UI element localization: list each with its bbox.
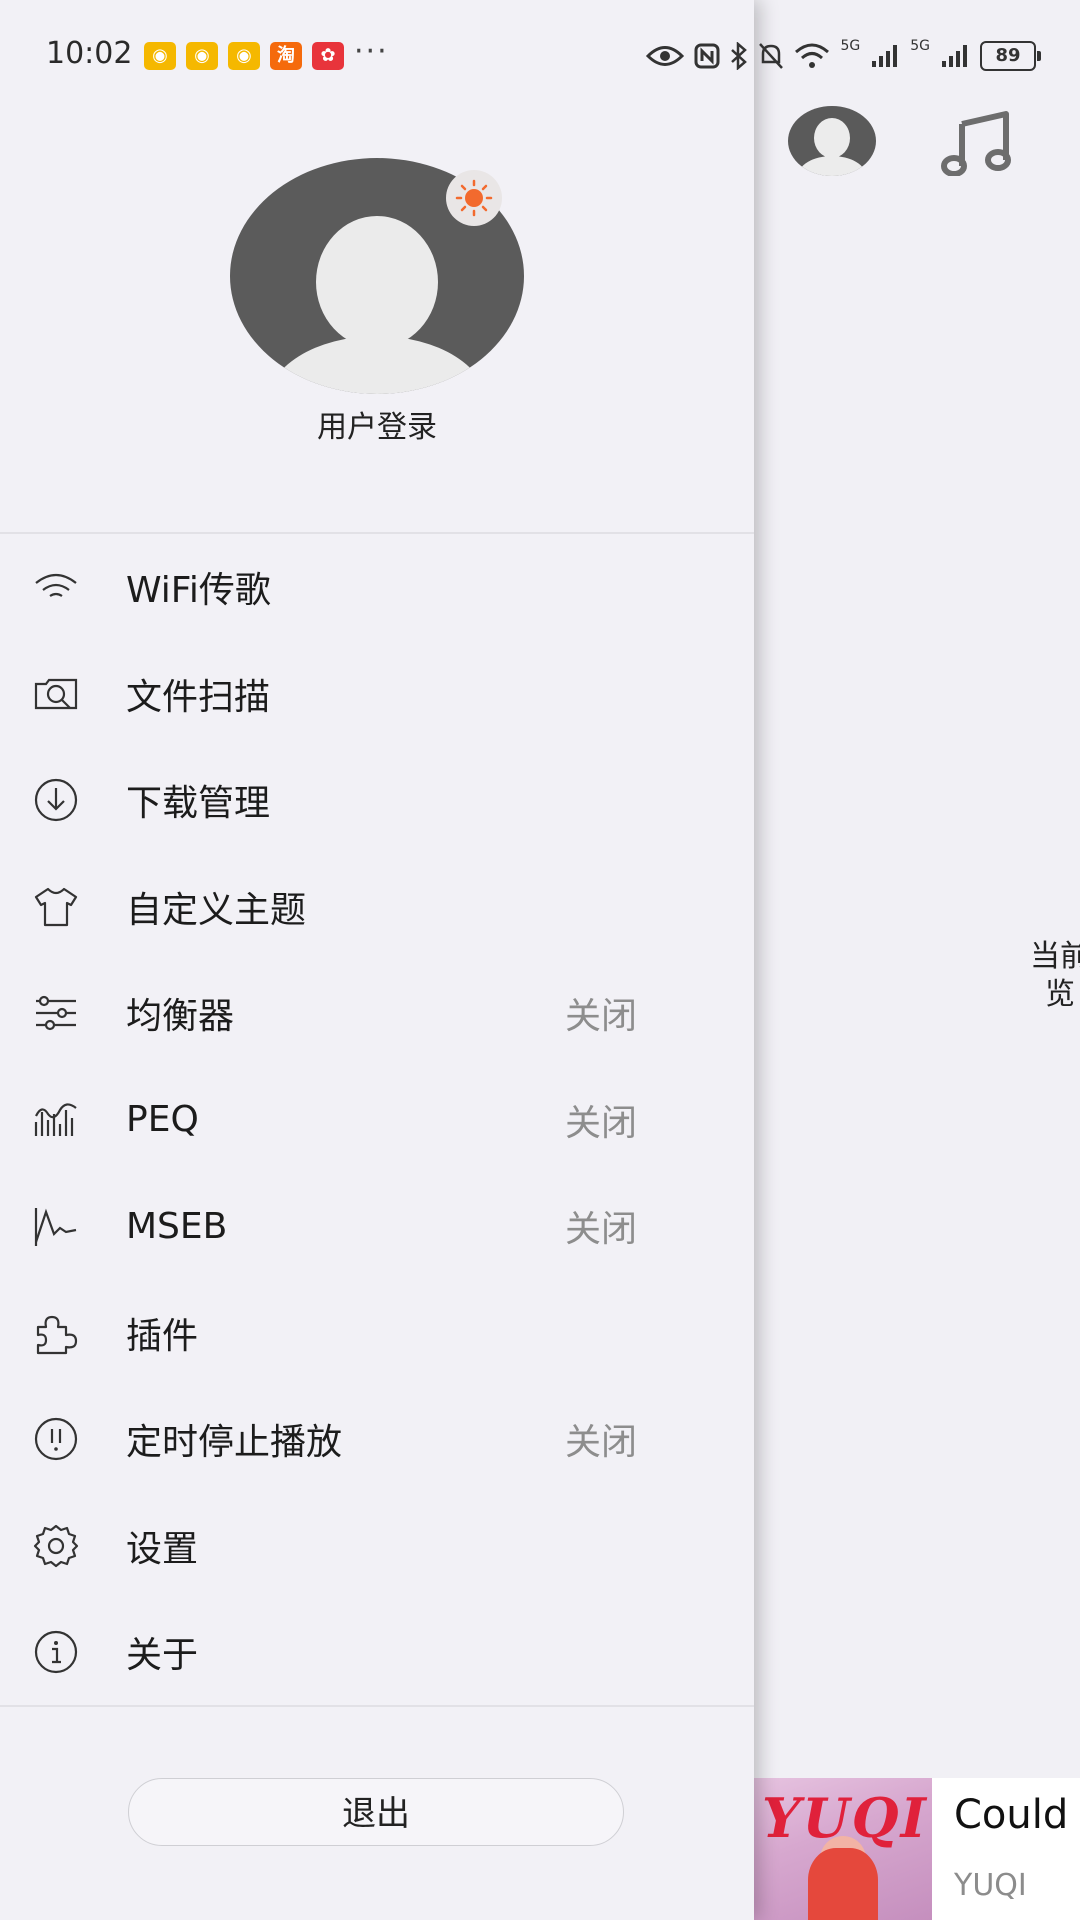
menu-item-file-scan[interactable]: 文件扫描 bbox=[0, 641, 754, 748]
download-icon bbox=[34, 779, 78, 822]
more-notifications-icon: ··· bbox=[354, 34, 389, 69]
empty-state-text: 当前 览 bbox=[1030, 939, 1080, 1012]
wifi-icon bbox=[35, 574, 77, 598]
theme-sun-icon[interactable] bbox=[446, 170, 502, 226]
logout-button[interactable]: 退出 bbox=[128, 1778, 624, 1846]
equalizer-icon bbox=[36, 996, 76, 1031]
menu-item-label: 插件 bbox=[126, 1315, 199, 1357]
user-login-label[interactable]: 用户登录 bbox=[0, 402, 754, 446]
menu-item-status: 关闭 bbox=[565, 1102, 638, 1144]
menu-item-about[interactable]: 关于 bbox=[0, 1599, 754, 1706]
battery-icon: 89 bbox=[980, 41, 1041, 71]
drawer-menu: WiFi传歌 文件扫描 下载管理 自定义主题 均衡器 关闭 PEQ 关闭 MSE… bbox=[0, 534, 754, 1706]
info-icon bbox=[34, 1631, 78, 1674]
divider bbox=[0, 1705, 754, 1707]
menu-item-wifi-transfer[interactable]: WiFi传歌 bbox=[0, 534, 754, 641]
menu-item-download-manager[interactable]: 下载管理 bbox=[0, 747, 754, 854]
menu-item-label: MSEB bbox=[126, 1205, 228, 1247]
album-art-text: YUQI bbox=[762, 1786, 928, 1850]
nfc-icon bbox=[694, 43, 720, 69]
taobao-icon: 淘 bbox=[270, 42, 302, 70]
timer-icon bbox=[34, 1418, 78, 1461]
weibo-icon: ◉ bbox=[144, 42, 176, 70]
menu-item-status: 关闭 bbox=[565, 1209, 638, 1251]
status-icons: 5G 5G 89 bbox=[646, 38, 1041, 74]
mute-bell-icon bbox=[759, 43, 784, 69]
menu-item-label: 设置 bbox=[126, 1528, 199, 1570]
wifi-status-icon bbox=[795, 43, 830, 68]
bluetooth-icon bbox=[731, 42, 748, 70]
status-time: 10:02 bbox=[46, 36, 133, 71]
menu-item-status: 关闭 bbox=[565, 1422, 638, 1464]
menu-item-plugins[interactable]: 插件 bbox=[0, 1280, 754, 1387]
menu-item-status: 关闭 bbox=[565, 996, 638, 1038]
mseb-icon bbox=[34, 1208, 77, 1247]
menu-item-equalizer[interactable]: 均衡器 关闭 bbox=[0, 960, 754, 1067]
tshirt-icon bbox=[34, 887, 78, 926]
menu-item-label: 关于 bbox=[126, 1635, 199, 1677]
menu-item-label: 均衡器 bbox=[126, 996, 235, 1038]
network-type-label: 5G bbox=[840, 38, 861, 54]
plugin-icon bbox=[36, 1315, 78, 1354]
music-note-icon[interactable] bbox=[940, 110, 1014, 176]
menu-item-label: 下载管理 bbox=[126, 783, 271, 825]
menu-item-label: WiFi传歌 bbox=[126, 570, 271, 612]
signal-icon bbox=[872, 45, 898, 67]
song-title: Could bbox=[954, 1792, 1069, 1838]
menu-item-peq[interactable]: PEQ 关闭 bbox=[0, 1067, 754, 1174]
network-type-label: 5G bbox=[910, 38, 930, 54]
weibo-icon: ◉ bbox=[186, 42, 218, 70]
app-icon: ✿ bbox=[312, 42, 344, 70]
peq-icon bbox=[34, 1103, 77, 1136]
user-avatar[interactable] bbox=[788, 106, 876, 176]
main-page: 当前 览 YUQI Could YUQI bbox=[754, 0, 1080, 1920]
file-scan-icon bbox=[34, 678, 78, 709]
menu-item-label: 自定义主题 bbox=[126, 889, 307, 931]
menu-item-label: 文件扫描 bbox=[126, 676, 271, 718]
side-drawer: 用户登录 WiFi传歌 文件扫描 下载管理 自定义主题 均衡器 关闭 PEQ 关… bbox=[0, 0, 754, 1920]
signal-icon bbox=[942, 45, 967, 67]
menu-item-label: PEQ bbox=[126, 1099, 199, 1141]
menu-item-settings[interactable]: 设置 bbox=[0, 1493, 754, 1600]
status-bar: 10:02 ◉ ◉ ◉ 淘 ✿ ··· 5G 5G 89 bbox=[0, 0, 1080, 110]
menu-item-sleep-timer[interactable]: 定时停止播放 关闭 bbox=[0, 1386, 754, 1493]
menu-item-mseb[interactable]: MSEB 关闭 bbox=[0, 1173, 754, 1280]
gear-icon bbox=[33, 1524, 79, 1567]
weibo-icon: ◉ bbox=[228, 42, 260, 70]
song-artist: YUQI bbox=[954, 1868, 1027, 1903]
mini-player[interactable]: YUQI Could YUQI bbox=[754, 1778, 1080, 1920]
menu-item-custom-theme[interactable]: 自定义主题 bbox=[0, 854, 754, 961]
album-art[interactable]: YUQI bbox=[754, 1778, 932, 1920]
menu-item-label: 定时停止播放 bbox=[126, 1422, 343, 1464]
eye-icon bbox=[646, 46, 685, 66]
